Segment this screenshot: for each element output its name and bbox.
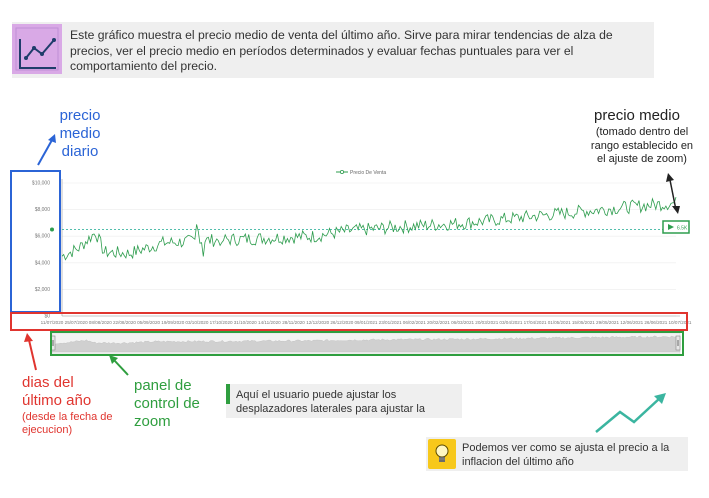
zoom-note-text: Aquí el usuario puede ajustar los despla…: [236, 389, 425, 415]
lightbulb-icon: [428, 439, 456, 469]
highlight-frame-y-axis: [10, 170, 61, 313]
tip-text: Podemos ver como se ajusta el precio a l…: [462, 442, 670, 468]
arrow-black-icon: [666, 173, 680, 214]
highlight-frame-zoom-panel: [50, 331, 684, 356]
arrow-red-icon: [24, 333, 37, 371]
trend-arrow-icon: [595, 393, 666, 433]
series-line-precio-de-venta: [61, 196, 677, 261]
price-chart: $10,000$8,000$6,000$4,000$2,000$0 11/07/…: [24, 134, 692, 433]
average-badge: 6.5K: [662, 220, 690, 234]
zoom-note-accent: [226, 384, 230, 404]
average-badge-label: 6.5K: [677, 226, 688, 232]
highlight-frame-x-axis: [10, 312, 688, 331]
legend-label: Precio De Venta: [350, 170, 386, 176]
legend-marker: [339, 169, 344, 174]
arrow-green-icon: [109, 355, 129, 376]
legend: Precio De Venta: [336, 169, 386, 176]
arrow-blue-icon: [37, 134, 56, 166]
